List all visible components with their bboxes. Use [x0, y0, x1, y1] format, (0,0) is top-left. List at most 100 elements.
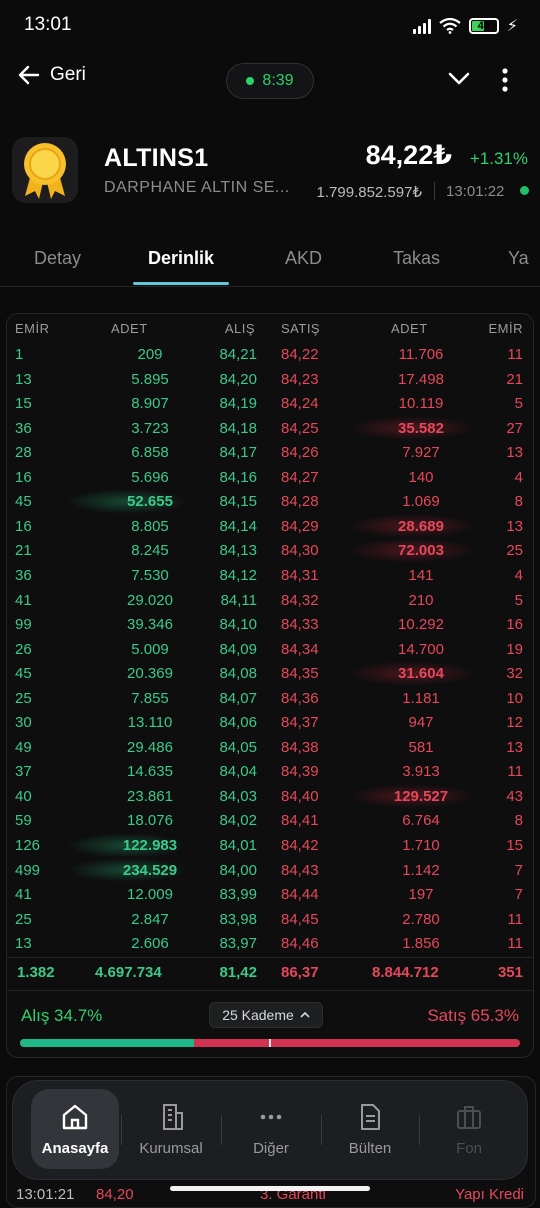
back-label: Geri [50, 64, 86, 85]
ask-price: 84,26 [281, 444, 319, 462]
tab-takas[interactable]: Takas [393, 248, 440, 269]
back-button[interactable]: Geri [18, 64, 86, 86]
order-book-row[interactable]: 45 20.369 84,08 84,35 31.604 32 [7, 661, 533, 686]
total-adet-bid: 4.697.734 [95, 964, 162, 981]
nav-bulten[interactable]: Bülten [326, 1089, 414, 1169]
order-book-row[interactable]: 45 52.655 84,15 84,28 1.069 8 [7, 489, 533, 514]
ask-order-count: 13 [506, 738, 523, 756]
tab-detay[interactable]: Detay [34, 248, 81, 269]
divider [434, 182, 435, 200]
ask-price: 84,41 [281, 812, 319, 830]
order-book-row[interactable]: 30 13.110 84,06 84,37 947 12 [7, 710, 533, 735]
tab-derinlik[interactable]: Derinlik [148, 248, 214, 269]
ask-quantity: 1.710 [402, 837, 440, 854]
bid-order-count: 40 [15, 787, 32, 805]
home-indicator [170, 1186, 370, 1191]
ask-quantity: 129.527 [393, 787, 449, 805]
ask-price: 84,45 [281, 910, 319, 928]
bid-quantity: 5.696 [131, 468, 169, 486]
bid-order-count: 36 [15, 566, 32, 584]
bid-order-count: 16 [15, 468, 32, 486]
depth-level-label: 25 Kademe [222, 1007, 294, 1023]
order-book-row[interactable]: 49 29.486 84,05 84,38 581 13 [7, 735, 533, 760]
tab-akd[interactable]: AKD [285, 248, 322, 269]
bid-order-count: 25 [15, 910, 32, 928]
bid-order-count: 16 [15, 517, 32, 535]
order-book-row[interactable]: 13 5.895 84,20 84,23 17.498 21 [7, 367, 533, 392]
ask-order-count: 32 [506, 665, 523, 683]
battery-icon: 49 [468, 18, 499, 34]
bid-price: 84,08 [219, 665, 257, 683]
bid-quantity: 8.245 [131, 542, 169, 560]
ask-quantity: 1.181 [402, 689, 440, 707]
order-book-row[interactable]: 16 8.805 84,14 84,29 28.689 13 [7, 513, 533, 539]
ask-price: 84,43 [281, 861, 319, 879]
bid-price: 84,12 [219, 566, 257, 584]
order-book-row[interactable]: 499 234.529 84,00 84,43 1.142 7 [7, 857, 533, 883]
stock-logo [12, 137, 78, 203]
order-book-row[interactable]: 126 122.983 84,01 84,42 1.710 15 [7, 833, 533, 858]
ask-quantity: 6.764 [402, 812, 440, 830]
ask-price: 84,46 [281, 935, 319, 953]
depth-level-select[interactable]: 25 Kademe [209, 1002, 323, 1028]
nav-kurumsal[interactable]: Kurumsal [127, 1089, 215, 1169]
ask-order-count: 25 [506, 542, 523, 560]
bid-quantity: 2.847 [131, 910, 169, 928]
bid-price: 84,13 [219, 542, 257, 560]
order-book-row[interactable]: 15 8.907 84,19 84,24 10.119 5 [7, 391, 533, 416]
ask-quantity: 210 [408, 591, 434, 609]
order-book-row[interactable]: 41 12.009 83,99 84,44 197 7 [7, 882, 533, 907]
order-book-row[interactable]: 36 7.530 84,12 84,31 141 4 [7, 563, 533, 588]
price-change: +1.31% [469, 149, 528, 168]
bid-order-count: 15 [15, 395, 32, 413]
wifi-icon [439, 18, 461, 34]
order-book-row[interactable]: 59 18.076 84,02 84,41 6.764 8 [7, 808, 533, 833]
order-book-row[interactable]: 25 7.855 84,07 84,36 1.181 10 [7, 686, 533, 711]
bid-ask-ratio-bar [20, 1039, 520, 1047]
bid-order-count: 45 [15, 493, 32, 511]
active-tab-indicator [133, 282, 229, 285]
nav-anasayfa[interactable]: Anasayfa [31, 1089, 119, 1169]
tab-ya[interactable]: Ya [508, 248, 529, 269]
quote-time: 13:01:22 [446, 183, 505, 200]
order-book-row[interactable]: 99 39.346 84,10 84,33 10.292 16 [7, 612, 533, 637]
ask-price: 84,39 [281, 763, 319, 781]
header-satis: SATIŞ [281, 321, 321, 336]
nav-diger[interactable]: Diğer [227, 1089, 315, 1169]
ask-quantity: 197 [408, 886, 434, 904]
bid-price: 84,07 [219, 689, 257, 707]
order-book-row[interactable]: 26 5.009 84,09 84,34 14.700 19 [7, 637, 533, 662]
divider [0, 286, 540, 287]
live-indicator-icon [520, 186, 529, 195]
ask-quantity: 35.582 [398, 419, 444, 437]
bid-price: 83,98 [219, 910, 257, 928]
bid-quantity: 122.983 [122, 837, 178, 854]
order-book-row[interactable]: 36 3.723 84,18 84,25 35.582 27 [7, 415, 533, 441]
bid-quantity: 39.346 [127, 616, 173, 634]
briefcase-icon [457, 1105, 481, 1129]
divider [221, 1115, 222, 1145]
ask-quantity: 7.927 [402, 444, 440, 462]
bid-quantity: 3.723 [131, 419, 169, 437]
order-book-row[interactable]: 28 6.858 84,17 84,26 7.927 13 [7, 440, 533, 465]
more-options-icon[interactable] [496, 66, 514, 94]
bid-quantity: 234.529 [122, 861, 178, 879]
chevron-down-icon[interactable] [446, 66, 472, 92]
bid-quantity: 7.530 [131, 566, 169, 584]
bid-quantity: 23.861 [127, 787, 173, 805]
order-book-row[interactable]: 40 23.861 84,03 84,40 129.527 43 [7, 783, 533, 809]
bid-order-count: 37 [15, 763, 32, 781]
order-book-row[interactable]: 1 209 84,21 84,22 11.706 11 [7, 342, 533, 367]
order-book-row[interactable]: 13 2.606 83,97 84,46 1.856 11 [7, 931, 533, 956]
bid-quantity: 12.009 [127, 886, 173, 904]
ask-price: 84,36 [281, 689, 319, 707]
order-book-row[interactable]: 37 14.635 84,04 84,39 3.913 11 [7, 759, 533, 784]
order-book-row[interactable]: 41 29.020 84,11 84,32 210 5 [7, 588, 533, 613]
nav-fon[interactable]: Fon [425, 1089, 513, 1169]
order-book-row[interactable]: 16 5.696 84,16 84,27 140 4 [7, 465, 533, 490]
ask-order-count: 4 [514, 468, 523, 486]
order-book-row[interactable]: 25 2.847 83,98 84,45 2.780 11 [7, 907, 533, 932]
bid-price: 84,06 [219, 714, 257, 732]
ask-order-count: 5 [514, 395, 523, 413]
order-book-row[interactable]: 21 8.245 84,13 84,30 72.003 25 [7, 538, 533, 563]
